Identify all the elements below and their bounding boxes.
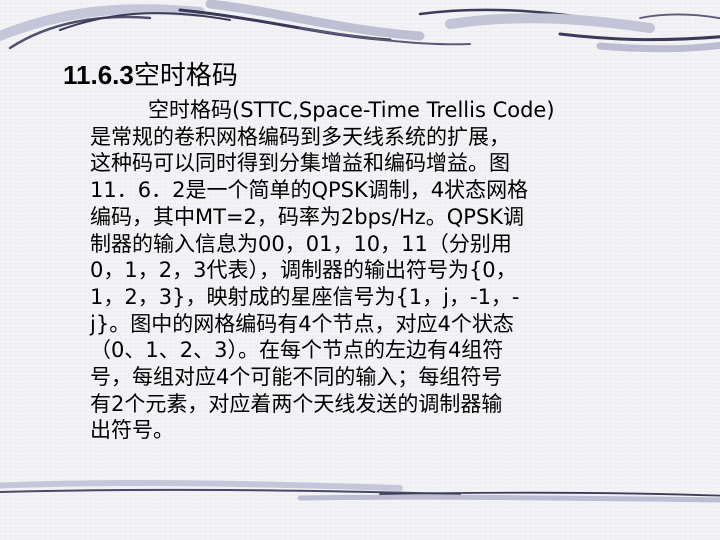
- body-line: 是常规的卷积网格编码到多天线系统的扩展，: [90, 124, 510, 149]
- body-line: 0，1，2，3代表），调制器的输出符号为{0，: [90, 258, 517, 283]
- body-line: 11．6．2是一个简单的QPSK调制，4状态网格: [90, 178, 529, 203]
- brush-stroke: [0, 479, 403, 491]
- body-line: j}。图中的网格编码有4个节点，对应4个状态: [90, 311, 514, 336]
- brush-stroke: [297, 494, 720, 503]
- brush-stroke: [596, 41, 720, 53]
- slide: 11.6.3空时格码 空时格码(STTC,Space-Time Trellis …: [0, 0, 720, 540]
- section-number: 11.6.3: [63, 60, 134, 90]
- body-line: 出符号。: [90, 418, 174, 443]
- section-title: 空时格码: [133, 61, 238, 91]
- body-line: 有2个元素，对应着两个天线发送的调制器输: [90, 391, 503, 416]
- body-line: 空时格码(STTC,Space-Time Trellis Code): [148, 98, 555, 122]
- body-paragraph: 空时格码(STTC,Space-Time Trellis Code) 是常规的卷…: [90, 97, 670, 444]
- body-line: 编码，其中MT=2，码率为2bps/Hz。QPSK调: [90, 204, 525, 229]
- body-line: 这种码可以同时得到分集增益和编码增益。图: [90, 151, 510, 176]
- section-heading: 11.6.3空时格码: [63, 58, 238, 93]
- body-line: （0、1、2、3）。在每个节点的左边有4组符: [90, 338, 504, 363]
- brush-stroke: [639, 13, 720, 20]
- body-line: 1，2，3}，映射成的星座信号为{1，j，-1，-: [90, 284, 520, 309]
- brush-stroke: [445, 13, 655, 33]
- brush-stroke: [558, 32, 720, 42]
- bottom-brush-decoration: [0, 479, 720, 503]
- body-line: 号，每组对应4个可能不同的输入；每组符号: [90, 365, 503, 390]
- body-line: 制器的输入信息为00，01，10，11（分别用: [90, 231, 512, 256]
